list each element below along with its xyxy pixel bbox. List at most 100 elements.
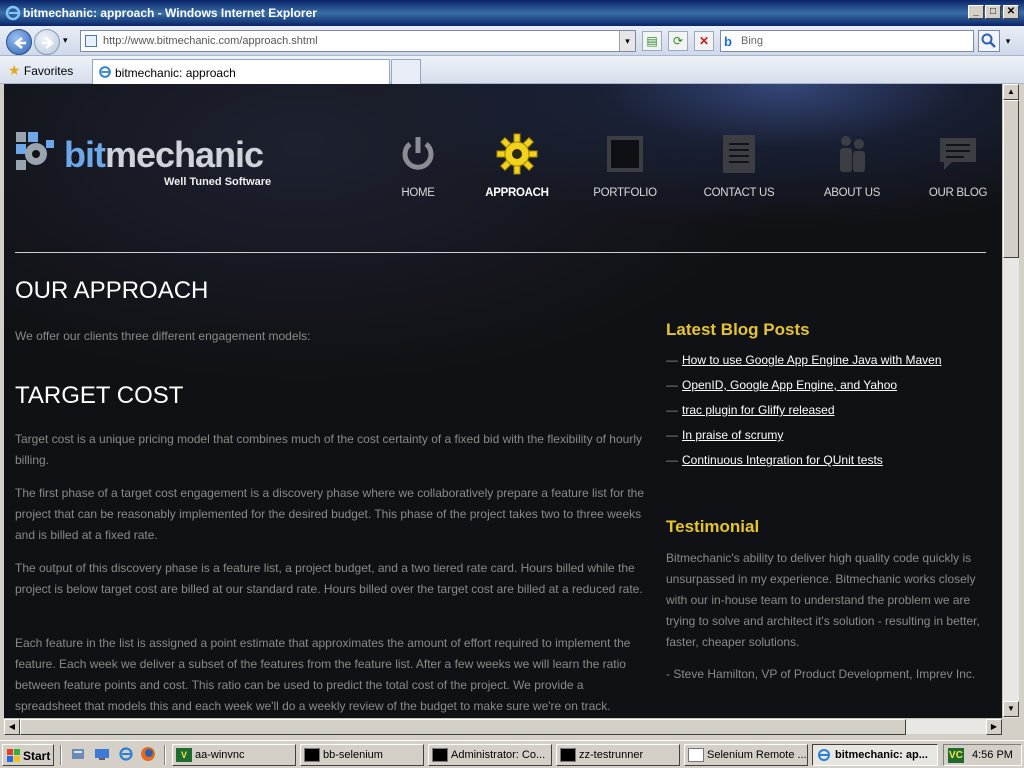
- nav-blog-label: OUR BLOG: [928, 187, 988, 199]
- window-title-bar[interactable]: bitmechanic: approach - Windows Internet…: [0, 0, 1024, 26]
- page-viewport: bitmechanic Well Tuned Software HOME APP…: [4, 84, 1002, 718]
- scroll-up-arrow-icon[interactable]: ▲: [1003, 84, 1019, 100]
- paragraph-4: Each feature in the list is assigned a p…: [15, 636, 631, 713]
- logo-tagline: Well Tuned Software: [164, 176, 272, 188]
- new-tab-button[interactable]: [391, 59, 421, 84]
- blog-post-link[interactable]: — trac plugin for Gliffy released: [666, 403, 835, 417]
- nav-portfolio[interactable]: PORTFOLIO: [580, 132, 670, 199]
- forward-button[interactable]: [34, 29, 60, 55]
- ie-icon: [99, 66, 111, 78]
- document-icon: [688, 748, 704, 762]
- nav-contact-label: CONTACT US: [703, 187, 775, 199]
- nav-home[interactable]: HOME: [373, 132, 463, 199]
- taskbar-item-selenium-remote[interactable]: Selenium Remote ...: [684, 744, 808, 766]
- testimonial-text: Bitmechanic's ability to deliver high qu…: [666, 551, 980, 649]
- vnc-icon: V: [176, 748, 192, 762]
- window-title: bitmechanic: approach - Windows Internet…: [23, 6, 317, 20]
- scroll-left-arrow-icon[interactable]: ◀: [4, 719, 20, 735]
- taskbar-item-testrunner[interactable]: zz-testrunner: [556, 744, 680, 766]
- nav-contact[interactable]: CONTACT US: [694, 132, 784, 199]
- bing-logo-icon: b: [724, 34, 732, 49]
- firefox-icon[interactable]: [140, 746, 156, 762]
- testimonial-heading: Testimonial: [666, 517, 760, 536]
- taskbar-item-selenium[interactable]: bb-selenium: [300, 744, 424, 766]
- search-box[interactable]: b Bing: [720, 30, 974, 52]
- nav-portfolio-label: PORTFOLIO: [593, 187, 657, 199]
- section-heading: TARGET COST: [15, 382, 184, 409]
- browser-tab[interactable]: bitmechanic: approach: [92, 59, 390, 84]
- back-arrow-icon: [14, 37, 26, 49]
- start-label: Start: [23, 749, 51, 763]
- blog-post-link[interactable]: — Continuous Integration for QUnit tests: [666, 453, 883, 467]
- vertical-scrollbar[interactable]: ▲ ▼: [1002, 84, 1019, 718]
- vnc-tray-icon[interactable]: VC: [948, 748, 964, 763]
- minimize-button[interactable]: _: [968, 5, 984, 19]
- taskbar-item-winvnc[interactable]: V aa-winvnc: [172, 744, 296, 766]
- taskbar-item-bitmechanic[interactable]: bitmechanic: ap...: [812, 744, 938, 766]
- power-icon: [402, 137, 434, 170]
- scroll-right-arrow-icon[interactable]: ▶: [986, 719, 1002, 735]
- paragraph-2: The first phase of a target cost engagem…: [15, 486, 645, 542]
- nav-about-label: ABOUT US: [823, 187, 881, 199]
- taskbar-item-admin-console[interactable]: Administrator: Co...: [428, 744, 552, 766]
- testimonial-author: - Steve Hamilton, VP of Product Developm…: [666, 667, 976, 681]
- nav-blog[interactable]: OUR BLOG: [913, 132, 1002, 199]
- console-icon: [304, 748, 320, 762]
- blog-post-link[interactable]: — How to use Google App Engine Java with …: [666, 353, 942, 367]
- search-input[interactable]: Bing: [741, 35, 763, 47]
- favorites-bar: ★ Favorites bitmechanic: approach: [0, 56, 1024, 84]
- compatibility-view-icon[interactable]: ▤: [642, 31, 662, 51]
- star-icon: ★: [8, 62, 21, 78]
- navigation-bar: ▾ http://www.bitmechanic.com/approach.sh…: [0, 26, 1024, 56]
- intro-text: We offer our clients three different eng…: [15, 329, 311, 343]
- search-options-dropdown[interactable]: ▾: [1001, 30, 1015, 52]
- magnifier-icon: [981, 33, 996, 48]
- scroll-down-arrow-icon[interactable]: ▼: [1003, 701, 1019, 717]
- system-tray: VC 4:56 PM: [943, 744, 1022, 766]
- people-icon: [840, 136, 865, 172]
- nav-home-label: HOME: [401, 187, 435, 199]
- ie-icon: [5, 5, 21, 21]
- favorites-button[interactable]: ★ Favorites: [8, 62, 73, 79]
- back-button[interactable]: [6, 29, 32, 55]
- horizontal-scroll-thumb[interactable]: [20, 719, 906, 735]
- logo-wordmark: bitmechanic: [64, 134, 264, 175]
- forward-arrow-icon: [42, 37, 54, 49]
- vertical-scroll-thumb[interactable]: [1003, 100, 1019, 258]
- page-title: OUR APPROACH: [15, 277, 209, 304]
- recent-pages-dropdown[interactable]: ▾: [63, 35, 68, 46]
- address-dropdown[interactable]: ▾: [619, 31, 635, 51]
- paragraph-3: The output of this discovery phase is a …: [15, 561, 643, 596]
- close-button[interactable]: ✕: [1003, 5, 1019, 19]
- search-button[interactable]: [978, 30, 1000, 52]
- maximize-button[interactable]: □: [985, 5, 1001, 19]
- paragraph-1: Target cost is a unique pricing model th…: [15, 432, 642, 467]
- console-icon: [432, 748, 448, 762]
- nav-approach[interactable]: APPROACH: [472, 132, 562, 199]
- header-divider: [15, 252, 986, 253]
- nav-approach-label: APPROACH: [485, 187, 549, 199]
- nav-about[interactable]: ABOUT US: [807, 132, 897, 199]
- windows-flag-icon: [7, 749, 20, 762]
- refresh-icon[interactable]: ⟳: [668, 31, 688, 51]
- address-input[interactable]: http://www.bitmechanic.com/approach.shtm…: [103, 35, 318, 47]
- server-manager-icon[interactable]: [70, 746, 86, 762]
- ie-icon[interactable]: [118, 746, 134, 762]
- stop-icon[interactable]: ✕: [694, 31, 714, 51]
- page-icon: [85, 35, 97, 47]
- start-button[interactable]: Start: [2, 744, 54, 766]
- gear-icon: [496, 133, 538, 175]
- console-icon: [560, 748, 576, 762]
- blog-post-link[interactable]: — In praise of scrumy: [666, 428, 783, 442]
- clock[interactable]: 4:56 PM: [972, 749, 1013, 761]
- portfolio-frame-icon: [607, 136, 643, 172]
- ie-icon: [818, 749, 830, 761]
- taskbar: Start V aa-winvnc bb-selenium Administra…: [0, 740, 1024, 768]
- horizontal-scrollbar[interactable]: ◀ ▶: [4, 718, 1002, 735]
- blog-heading: Latest Blog Posts: [666, 320, 810, 339]
- tab-title: bitmechanic: approach: [115, 66, 236, 80]
- address-bar[interactable]: http://www.bitmechanic.com/approach.shtm…: [80, 30, 636, 52]
- logo-gear-mark-icon: [16, 132, 54, 170]
- desktop-icon[interactable]: [94, 746, 110, 762]
- blog-post-link[interactable]: — OpenID, Google App Engine, and Yahoo: [666, 378, 897, 392]
